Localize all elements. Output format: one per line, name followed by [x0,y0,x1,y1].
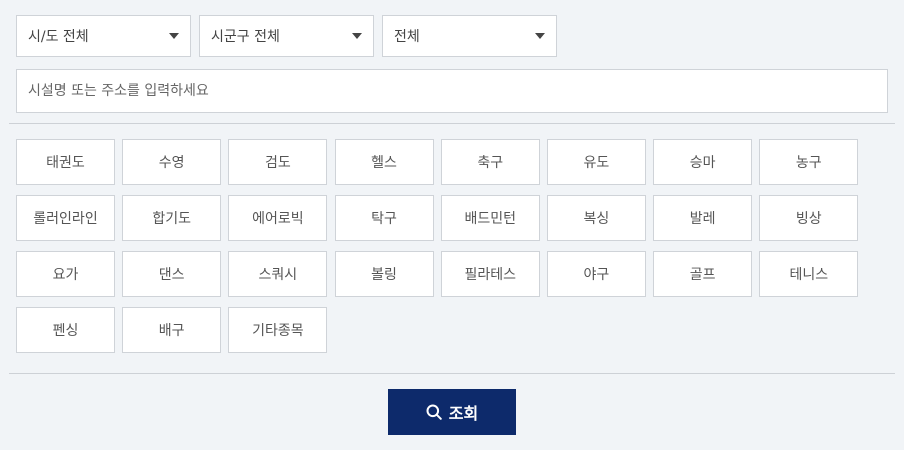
sport-chip[interactable]: 검도 [228,139,328,185]
sport-chip[interactable]: 댄스 [122,251,222,297]
sport-chip[interactable]: 헬스 [334,139,434,185]
sport-chip[interactable]: 야구 [546,251,646,297]
sigungu-select[interactable]: 시군구 전체 [199,15,374,57]
type-select-value: 전체 [394,29,420,45]
sido-select-value: 시/도 전체 [28,29,89,45]
sport-chip-grid: 태권도 수영 검도 헬스 축구 유도 승마 농구롤러인라인 합기도 에어로빅 탁구 배드민턴 복싱 발레 빙… [16,139,859,353]
sport-chip[interactable]: 수영 [122,139,222,185]
chevron-down-icon [535,33,545,39]
type-select[interactable]: 전체 [382,15,557,57]
sport-chip[interactable]: 농구 [759,139,859,185]
search-input[interactable] [16,69,888,113]
search-icon [426,404,442,420]
sport-chip[interactable]: 승마 [653,139,753,185]
chevron-down-icon [352,33,362,39]
sport-chip[interactable]: 축구 [440,139,540,185]
sport-chip[interactable]: 유도 [546,139,646,185]
sport-chip[interactable]: 배구 [122,307,222,353]
divider [9,123,895,124]
sport-chip[interactable]: 빙상 [759,195,859,241]
sport-chip[interactable]: 기타종목 [228,307,328,353]
sport-chip[interactable]: 배드민턴 [440,195,540,241]
sport-chip[interactable]: 볼링 [334,251,434,297]
sport-chip[interactable]: 골프 [653,251,753,297]
search-button[interactable]: 조회 [388,389,516,435]
chevron-down-icon [169,33,179,39]
sport-chip[interactable]: 필라테스 [440,251,540,297]
sport-chip[interactable]: 요가 [16,251,115,297]
search-button-label: 조회 [448,404,479,423]
sigungu-select-value: 시군구 전체 [211,29,280,45]
sport-chip[interactable]: 탁구 [334,195,434,241]
sport-chip[interactable]: 태권도 [16,139,115,185]
sport-chip[interactable]: 합기도 [122,195,222,241]
sport-chip[interactable]: 복싱 [546,195,646,241]
sport-chip[interactable]: 발레 [653,195,753,241]
sport-chip[interactable]: 테니스 [759,251,859,297]
sport-chip[interactable]: 에어로빅 [228,195,328,241]
divider [9,373,895,374]
sido-select[interactable]: 시/도 전체 [16,15,191,57]
sport-chip[interactable]: 롤러인라인 [16,195,115,241]
sport-chip[interactable]: 스쿼시 [228,251,328,297]
sport-chip[interactable]: 펜싱 [16,307,115,353]
